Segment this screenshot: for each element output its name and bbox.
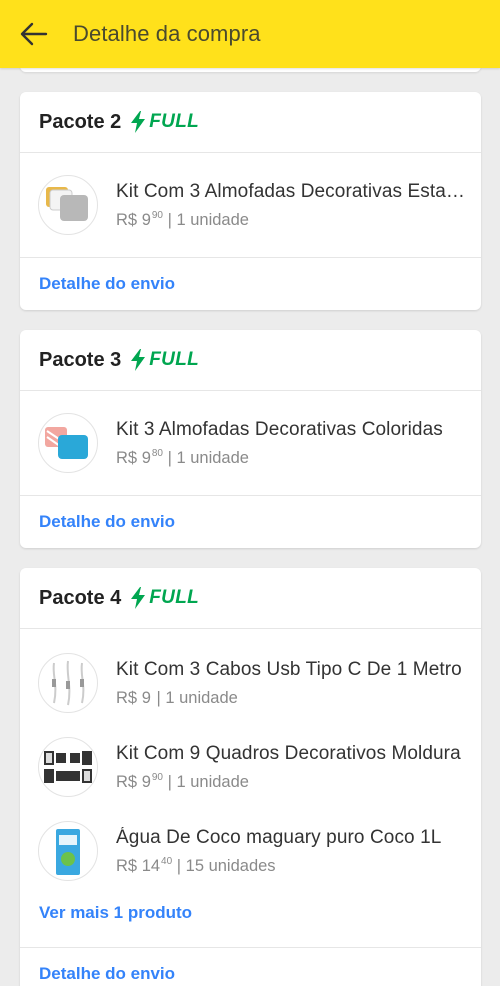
picture-frames-image xyxy=(44,751,92,783)
lightning-icon xyxy=(131,349,146,371)
package-card: Pacote 4 FULL Kit Com 3 Cabos Usb Tipo C… xyxy=(20,568,481,986)
arrow-left-icon xyxy=(20,22,48,46)
product-thumbnail xyxy=(38,175,98,235)
package-header: Pacote 2 FULL xyxy=(20,92,481,153)
product-thumbnail xyxy=(38,821,98,881)
full-badge: FULL xyxy=(130,111,199,133)
product-price: R$ 980 | 1 unidade xyxy=(116,447,249,467)
list-item[interactable]: Kit Com 3 Almofadas Decorativas Estampad… xyxy=(20,153,481,257)
shipping-detail-link[interactable]: Detalhe do envio xyxy=(20,495,481,548)
product-thumbnail xyxy=(38,653,98,713)
lightning-icon xyxy=(131,111,146,133)
list-item[interactable]: Água De Coco maguary puro Coco 1L R$ 144… xyxy=(20,809,481,893)
full-badge: FULL xyxy=(130,349,199,371)
full-badge-label: FULL xyxy=(149,111,200,132)
package-card: Pacote 3 FULL Kit 3 Almofadas Decorativa… xyxy=(20,330,481,548)
package-header: Pacote 4 FULL xyxy=(20,568,481,629)
full-badge: FULL xyxy=(130,587,199,609)
see-more-products-link[interactable]: Ver mais 1 produto xyxy=(20,893,481,933)
product-thumbnail xyxy=(38,413,98,473)
shipping-detail-link[interactable]: Detalhe do envio xyxy=(20,947,481,986)
package-title: Pacote 2 xyxy=(39,110,122,133)
usb-cables-image xyxy=(52,660,85,706)
product-price: R$ 990 | 1 unidade xyxy=(116,209,249,229)
package-card: Pacote 2 FULL Kit Com 3 Almofadas Decora… xyxy=(20,92,481,310)
product-price: R$ 9 | 1 unidade xyxy=(116,688,238,707)
product-name: Kit Com 9 Quadros Decorativos Moldura xyxy=(116,742,461,764)
coconut-water-carton-image xyxy=(56,829,80,875)
shipping-detail-link[interactable]: Detalhe do envio xyxy=(20,257,481,310)
package-title: Pacote 4 xyxy=(39,586,122,609)
page-title: Detalhe da compra xyxy=(73,21,261,46)
list-item[interactable]: Kit Com 3 Cabos Usb Tipo C De 1 Metro R$… xyxy=(20,641,481,725)
product-name: Kit Com 3 Almofadas Decorativas Estampad… xyxy=(116,180,466,202)
cushions-image xyxy=(45,427,88,459)
package-title: Pacote 3 xyxy=(39,348,122,371)
list-item[interactable]: Kit 3 Almofadas Decorativas Coloridas R$… xyxy=(20,391,481,495)
product-thumbnail xyxy=(38,737,98,797)
cushions-image xyxy=(46,187,88,221)
product-name: Kit 3 Almofadas Decorativas Coloridas xyxy=(116,418,443,440)
lightning-icon xyxy=(131,587,146,609)
list-item[interactable]: Kit Com 9 Quadros Decorativos Moldura R$… xyxy=(20,725,481,809)
product-name: Kit Com 3 Cabos Usb Tipo C De 1 Metro xyxy=(116,658,462,680)
package-header: Pacote 3 FULL xyxy=(20,330,481,391)
product-name: Água De Coco maguary puro Coco 1L xyxy=(116,826,442,848)
top-app-bar: Detalhe da compra xyxy=(0,0,500,68)
full-badge-label: FULL xyxy=(149,349,200,370)
back-button[interactable] xyxy=(0,0,68,68)
product-price: R$ 990 | 1 unidade xyxy=(116,771,249,791)
full-badge-label: FULL xyxy=(149,587,200,608)
product-price: R$ 1440 | 15 unidades xyxy=(116,855,276,875)
